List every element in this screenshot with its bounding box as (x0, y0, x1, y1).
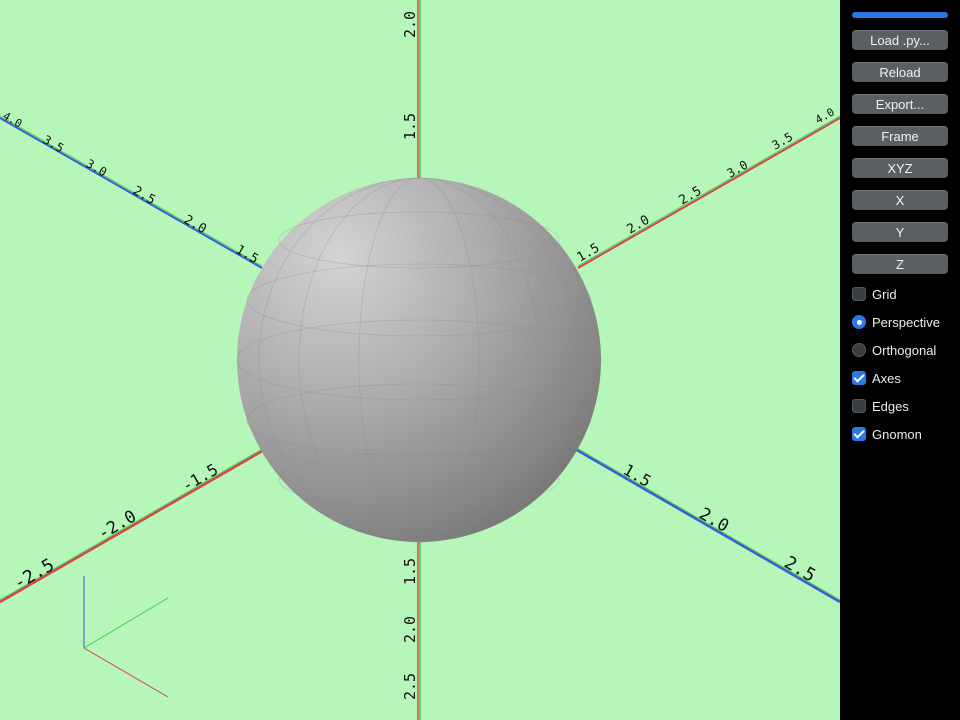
grid-checkbox[interactable]: Grid (852, 285, 897, 303)
tick-label: -1.5 (179, 460, 222, 496)
orthogonal-radio[interactable]: Orthogonal (852, 341, 936, 359)
tick-label: 2.5 (677, 184, 705, 209)
view-z-button[interactable]: Z (852, 254, 948, 274)
tick-label: -2.5 (10, 554, 58, 594)
axis-upper-right (577, 115, 840, 269)
reload-button[interactable]: Reload (852, 62, 948, 82)
tick-label: 2.5 (401, 673, 419, 700)
edges-checkbox-box[interactable] (852, 399, 866, 413)
export-button[interactable]: Export... (852, 94, 948, 114)
tick-label: 1.5 (620, 460, 655, 491)
edges-checkbox[interactable]: Edges (852, 397, 909, 415)
axes-checkbox-box[interactable] (852, 371, 866, 385)
perspective-radio-dot[interactable] (852, 315, 866, 329)
view-y-button[interactable]: Y (852, 222, 948, 242)
sphere-mesh[interactable] (236, 177, 602, 543)
tick-label: -2.0 (95, 507, 140, 545)
perspective-label: Perspective (872, 314, 940, 330)
tick-label: 1.5 (401, 113, 419, 140)
perspective-radio[interactable]: Perspective (852, 313, 940, 331)
gnomon-checkbox-box[interactable] (852, 427, 866, 441)
tick-label: 3.0 (725, 158, 751, 181)
tick-label: 2.5 (781, 552, 820, 586)
axis-upper-left (0, 115, 263, 269)
progress-bar (852, 12, 948, 18)
tick-label: 1.5 (575, 241, 603, 266)
view-x-button[interactable]: X (852, 190, 948, 210)
load-py-button[interactable]: Load .py... (852, 30, 948, 50)
progress-bar-fill (852, 12, 948, 18)
grid-label: Grid (872, 286, 897, 302)
gnomon (83, 576, 169, 698)
axes-checkbox[interactable]: Axes (852, 369, 901, 387)
orthogonal-radio-dot[interactable] (852, 343, 866, 357)
orthogonal-label: Orthogonal (872, 342, 937, 358)
view-xyz-button[interactable]: XYZ (852, 158, 948, 178)
tick-label: 2.0 (625, 213, 653, 238)
gnomon-checkbox[interactable]: Gnomon (852, 425, 922, 443)
axes-label: Axes (872, 370, 901, 386)
tick-label: 1.5 (401, 558, 419, 585)
grid-checkbox-box[interactable] (852, 287, 866, 301)
control-panel: Load .py... Reload Export... Frame XYZ X… (840, 0, 960, 720)
tick-label: 3.5 (770, 130, 796, 153)
tick-label: 2.0 (401, 11, 419, 38)
tick-label: 2.0 (401, 616, 419, 643)
tick-label: 4.0 (813, 105, 837, 126)
edges-label: Edges (872, 398, 909, 414)
gnomon-label: Gnomon (872, 426, 922, 442)
tick-label: 2.0 (696, 504, 733, 537)
3d-viewport[interactable]: 2.0 1.5 0 1.5 2.0 2.5 4.0 3.5 3.0 2.5 2.… (0, 0, 840, 720)
scene-canvas[interactable]: 2.0 1.5 0 1.5 2.0 2.5 4.0 3.5 3.0 2.5 2.… (0, 0, 840, 720)
frame-button[interactable]: Frame (852, 126, 948, 146)
